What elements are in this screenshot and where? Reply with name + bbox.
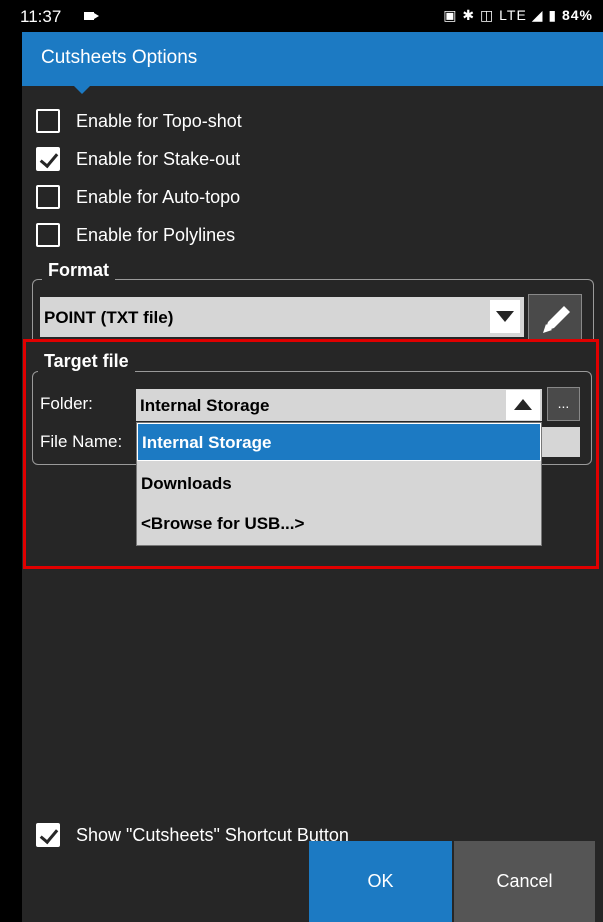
status-bar: 11:37 ▣ ✱ ◫ LTE ◢ ▮ 84% xyxy=(0,0,603,32)
checkbox-box[interactable] xyxy=(36,823,60,847)
format-title: Format xyxy=(42,260,116,281)
highlight-box xyxy=(23,339,599,569)
page-title: Cutsheets Options xyxy=(41,47,198,68)
cast-icon: ▣ xyxy=(443,7,458,23)
bluetooth-icon: ✱ xyxy=(462,7,476,23)
title-bar: Cutsheets Options xyxy=(22,32,603,94)
title-notch xyxy=(72,84,92,94)
status-indicators: ▣ ✱ ◫ LTE ◢ ▮ 84% xyxy=(443,7,593,24)
battery-percent: 84% xyxy=(561,7,593,23)
checkbox-label: Enable for Polylines xyxy=(76,225,236,245)
video-camera-icon xyxy=(84,12,99,20)
battery-icon: ▮ xyxy=(548,7,558,23)
checkbox-box[interactable] xyxy=(36,109,60,133)
checkbox-label: Enable for Stake-out xyxy=(76,149,241,169)
vibrate-icon: ◫ xyxy=(480,7,495,23)
pencil-icon xyxy=(543,306,570,333)
format-dropdown-button[interactable] xyxy=(490,300,520,333)
checkbox-label: Enable for Topo-shot xyxy=(76,111,242,131)
edit-format-button[interactable] xyxy=(528,294,582,340)
checkbox-box[interactable] xyxy=(36,147,60,171)
chevron-down-icon xyxy=(496,311,514,322)
left-edge xyxy=(0,32,22,922)
signal-icon: ◢ xyxy=(531,7,544,23)
checkbox-label: Show "Cutsheets" Shortcut Button xyxy=(76,825,349,845)
checkbox-box[interactable] xyxy=(36,223,60,247)
cancel-button[interactable]: Cancel xyxy=(454,841,595,922)
format-select[interactable]: POINT (TXT file) xyxy=(40,297,524,337)
lte-label: LTE xyxy=(499,7,527,23)
format-selected-value: POINT (TXT file) xyxy=(44,308,174,327)
ok-button[interactable]: OK xyxy=(309,841,452,922)
status-time: 11:37 xyxy=(20,7,62,26)
checkbox-box[interactable] xyxy=(36,185,60,209)
checkbox-label: Enable for Auto-topo xyxy=(76,187,241,207)
